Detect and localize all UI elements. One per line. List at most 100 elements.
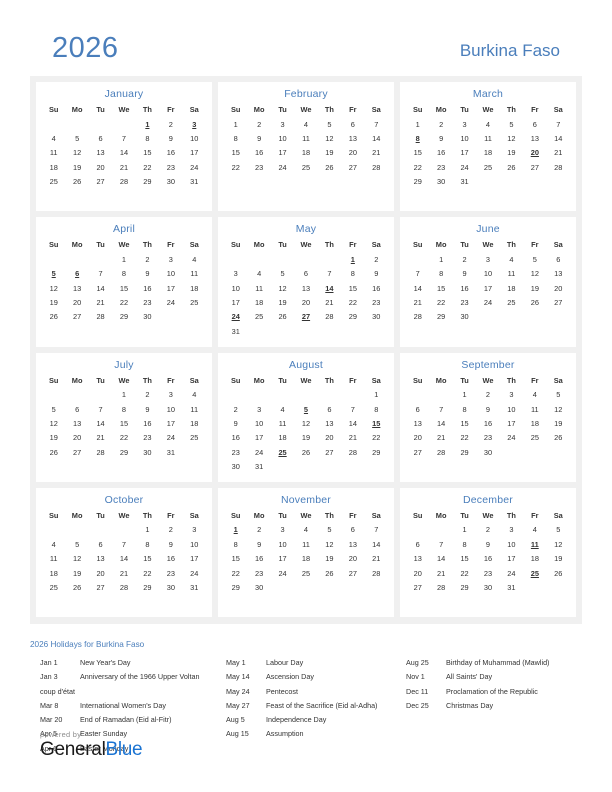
day-cell[interactable]: 23 — [476, 431, 499, 445]
day-cell[interactable]: 29 — [453, 445, 476, 459]
day-cell[interactable]: 22 — [224, 160, 247, 174]
day-cell[interactable]: 5 — [547, 388, 570, 402]
day-cell[interactable]: 16 — [453, 281, 476, 295]
day-cell[interactable]: 26 — [65, 580, 88, 594]
day-cell[interactable]: 24 — [500, 566, 523, 580]
day-cell[interactable]: 20 — [65, 431, 88, 445]
day-cell[interactable]: 10 — [500, 402, 523, 416]
day-cell[interactable]: 12 — [65, 552, 88, 566]
day-cell[interactable]: 17 — [271, 146, 294, 160]
day-cell[interactable]: 19 — [65, 160, 88, 174]
day-cell[interactable]: 16 — [224, 431, 247, 445]
day-cell-holiday[interactable]: 3 — [183, 117, 206, 131]
day-cell[interactable]: 28 — [429, 445, 452, 459]
day-cell[interactable]: 1 — [112, 252, 135, 266]
day-cell[interactable]: 12 — [547, 402, 570, 416]
day-cell[interactable]: 10 — [453, 131, 476, 145]
day-cell[interactable]: 6 — [89, 537, 112, 551]
day-cell[interactable]: 2 — [365, 252, 388, 266]
day-cell[interactable]: 26 — [271, 310, 294, 324]
day-cell[interactable]: 2 — [247, 117, 270, 131]
day-cell[interactable]: 11 — [523, 402, 546, 416]
day-cell[interactable]: 29 — [429, 310, 452, 324]
day-cell[interactable]: 7 — [112, 537, 135, 551]
day-cell[interactable]: 28 — [365, 160, 388, 174]
day-cell[interactable]: 20 — [406, 566, 429, 580]
day-cell[interactable]: 23 — [159, 160, 182, 174]
day-cell[interactable]: 19 — [318, 552, 341, 566]
day-cell[interactable]: 2 — [429, 117, 452, 131]
day-cell[interactable]: 18 — [271, 431, 294, 445]
day-cell[interactable]: 30 — [476, 445, 499, 459]
day-cell[interactable]: 2 — [476, 523, 499, 537]
day-cell[interactable]: 15 — [136, 552, 159, 566]
day-cell[interactable]: 6 — [341, 523, 364, 537]
day-cell[interactable]: 3 — [271, 117, 294, 131]
day-cell[interactable]: 8 — [136, 537, 159, 551]
day-cell[interactable]: 19 — [318, 146, 341, 160]
day-cell[interactable]: 25 — [294, 160, 317, 174]
day-cell[interactable]: 15 — [112, 281, 135, 295]
day-cell-holiday[interactable]: 15 — [365, 416, 388, 430]
day-cell[interactable]: 10 — [224, 281, 247, 295]
day-cell[interactable]: 13 — [318, 416, 341, 430]
day-cell[interactable]: 17 — [159, 416, 182, 430]
day-cell[interactable]: 27 — [406, 580, 429, 594]
day-cell[interactable]: 28 — [89, 445, 112, 459]
day-cell[interactable]: 21 — [406, 295, 429, 309]
day-cell[interactable]: 19 — [523, 281, 546, 295]
day-cell[interactable]: 11 — [42, 146, 65, 160]
day-cell[interactable]: 8 — [224, 131, 247, 145]
day-cell[interactable]: 2 — [136, 388, 159, 402]
day-cell[interactable]: 26 — [318, 566, 341, 580]
day-cell[interactable]: 10 — [500, 537, 523, 551]
day-cell[interactable]: 18 — [42, 160, 65, 174]
day-cell[interactable]: 14 — [89, 416, 112, 430]
day-cell[interactable]: 28 — [341, 445, 364, 459]
day-cell-holiday[interactable]: 25 — [523, 566, 546, 580]
day-cell[interactable]: 3 — [159, 388, 182, 402]
day-cell[interactable]: 28 — [112, 175, 135, 189]
day-cell[interactable]: 11 — [247, 281, 270, 295]
day-cell[interactable]: 27 — [65, 310, 88, 324]
day-cell[interactable]: 18 — [183, 416, 206, 430]
day-cell[interactable]: 17 — [224, 295, 247, 309]
day-cell[interactable]: 1 — [365, 388, 388, 402]
day-cell[interactable]: 20 — [294, 295, 317, 309]
day-cell-holiday[interactable]: 25 — [271, 445, 294, 459]
day-cell[interactable]: 13 — [341, 537, 364, 551]
day-cell[interactable]: 30 — [247, 580, 270, 594]
day-cell[interactable]: 16 — [247, 146, 270, 160]
day-cell[interactable]: 22 — [112, 295, 135, 309]
day-cell-holiday[interactable]: 27 — [294, 310, 317, 324]
day-cell[interactable]: 11 — [294, 537, 317, 551]
day-cell[interactable]: 27 — [89, 175, 112, 189]
day-cell[interactable]: 19 — [271, 295, 294, 309]
day-cell[interactable]: 3 — [476, 252, 499, 266]
day-cell-holiday[interactable]: 11 — [523, 537, 546, 551]
day-cell[interactable]: 3 — [500, 523, 523, 537]
day-cell[interactable]: 8 — [112, 402, 135, 416]
day-cell[interactable]: 26 — [42, 310, 65, 324]
day-cell[interactable]: 14 — [112, 552, 135, 566]
day-cell[interactable]: 5 — [271, 267, 294, 281]
day-cell[interactable]: 15 — [453, 416, 476, 430]
day-cell[interactable]: 3 — [159, 252, 182, 266]
day-cell[interactable]: 1 — [136, 523, 159, 537]
day-cell[interactable]: 30 — [429, 175, 452, 189]
day-cell[interactable]: 10 — [271, 131, 294, 145]
day-cell[interactable]: 1 — [429, 252, 452, 266]
day-cell[interactable]: 11 — [183, 402, 206, 416]
day-cell[interactable]: 2 — [224, 402, 247, 416]
day-cell[interactable]: 22 — [453, 566, 476, 580]
day-cell[interactable]: 21 — [112, 160, 135, 174]
day-cell[interactable]: 21 — [89, 295, 112, 309]
day-cell[interactable]: 20 — [89, 566, 112, 580]
day-cell[interactable]: 3 — [247, 402, 270, 416]
day-cell[interactable]: 6 — [318, 402, 341, 416]
day-cell[interactable]: 30 — [159, 175, 182, 189]
day-cell[interactable]: 2 — [136, 252, 159, 266]
day-cell[interactable]: 27 — [406, 445, 429, 459]
day-cell[interactable]: 17 — [247, 431, 270, 445]
day-cell[interactable]: 13 — [406, 416, 429, 430]
